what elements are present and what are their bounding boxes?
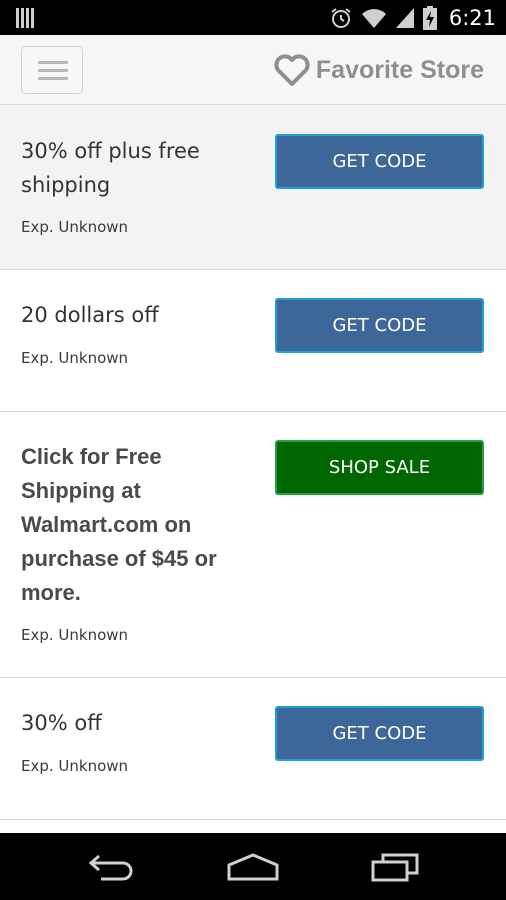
offer-title: Click for Free Shipping at Walmart.com o…: [21, 444, 217, 605]
offer-expiry: Exp. Unknown: [21, 218, 129, 236]
offer-title: 30% off plus free shipping: [21, 139, 200, 197]
offer-expiry: Exp. Unknown: [21, 349, 129, 367]
get-code-button[interactable]: GET CODE: [275, 706, 484, 761]
heart-outline-icon: [274, 54, 310, 86]
status-time: 6:21: [448, 5, 496, 30]
wifi-icon: [361, 8, 386, 28]
favorite-store-label: Favorite Store: [315, 55, 484, 84]
menu-button[interactable]: [21, 46, 83, 94]
offer-list: 30% off plus free shipping Exp. Unknown …: [0, 105, 506, 833]
signal-icon: [395, 7, 414, 28]
offer-item: Click for Free Shipping at Walmart.com o…: [0, 412, 506, 678]
battery-charging-icon: [422, 5, 437, 30]
offer-item: 20 dollars off Exp. Unknown GET CODE: [0, 270, 506, 412]
get-code-button[interactable]: GET CODE: [275, 134, 484, 189]
offer-expiry: Exp. Unknown: [21, 626, 129, 644]
favorite-store-button[interactable]: Favorite Store: [274, 52, 484, 88]
sim-icon: [16, 8, 34, 28]
offer-title: 20 dollars off: [21, 303, 159, 327]
home-icon: [227, 853, 279, 881]
recent-apps-icon: [371, 853, 419, 882]
recent-apps-button[interactable]: [365, 849, 425, 885]
navigation-bar: [0, 833, 506, 900]
status-icons: 6:21: [329, 4, 496, 31]
back-icon: [88, 854, 133, 881]
shop-sale-button[interactable]: SHOP SALE: [275, 440, 484, 495]
offer-title: 30% off: [21, 711, 102, 735]
offer-item: 30% off Exp. Unknown GET CODE: [0, 678, 506, 820]
get-code-button[interactable]: GET CODE: [275, 298, 484, 353]
app-header: Favorite Store: [0, 35, 506, 105]
offer-expiry: Exp. Unknown: [21, 757, 129, 775]
status-bar: 6:21: [0, 0, 506, 35]
back-button[interactable]: [82, 849, 142, 885]
offer-item: 30% off plus free shipping Exp. Unknown …: [0, 105, 506, 270]
home-button[interactable]: [223, 849, 283, 885]
alarm-icon: [331, 7, 351, 28]
